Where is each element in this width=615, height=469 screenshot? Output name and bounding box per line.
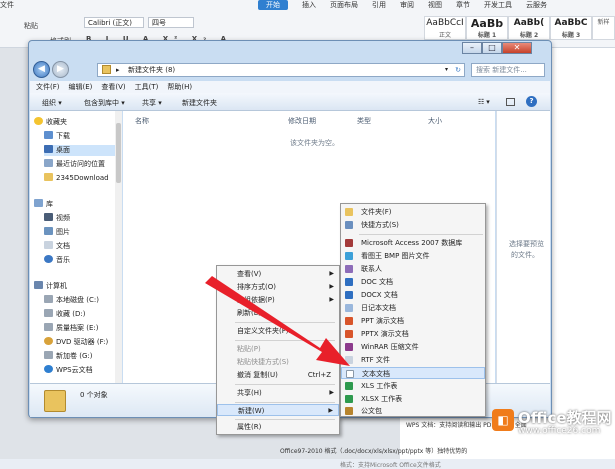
watermark-brand: Office教程网	[518, 409, 612, 427]
annotation-arrow	[205, 276, 350, 366]
site-watermark: ◧ Office教程网 www.office26.com	[490, 405, 615, 443]
doc-line-3: 格式：支持Microsoft Office文件格式	[340, 462, 441, 469]
arrow-shape	[205, 276, 350, 366]
watermark-url: www.office26.com	[518, 426, 601, 436]
office-logo-icon: ◧	[492, 409, 514, 431]
